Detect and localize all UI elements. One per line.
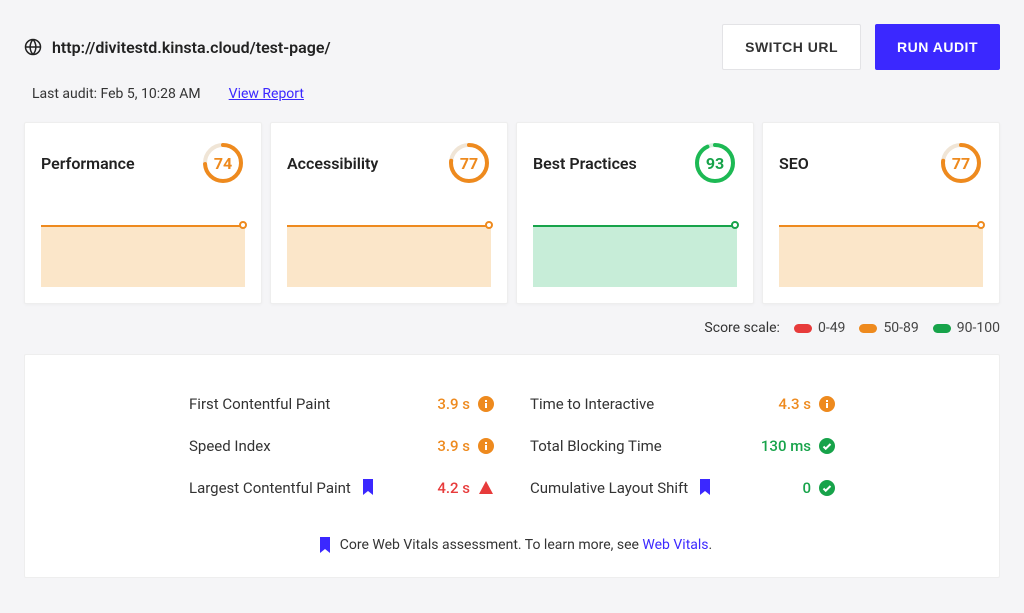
metrics-col-1: First Contentful Paint 3.9 s Speed Index… xyxy=(189,383,494,509)
gauge-seo: 77 xyxy=(939,141,983,185)
card-performance[interactable]: Performance 74 xyxy=(24,122,262,304)
metric-tbt: Total Blocking Time 130 ms xyxy=(530,425,835,467)
check-icon xyxy=(819,480,835,496)
metric-si: Speed Index 3.9 s xyxy=(189,425,494,467)
scale-label: Score scale: xyxy=(704,320,780,336)
bookmark-icon xyxy=(318,537,332,553)
pill-red-icon xyxy=(794,324,812,333)
card-best-practices[interactable]: Best Practices 93 xyxy=(516,122,754,304)
header-buttons: SWITCH URL RUN AUDIT xyxy=(722,24,1000,70)
metric-value: 4.2 s xyxy=(437,479,470,497)
info-icon xyxy=(478,438,494,454)
metric-lcp: Largest Contentful Paint 4.2 s xyxy=(189,467,494,509)
metric-name: Largest Contentful Paint xyxy=(189,479,375,497)
card-accessibility[interactable]: Accessibility 77 xyxy=(270,122,508,304)
pill-green-icon xyxy=(933,324,951,333)
gauge-value: 93 xyxy=(693,141,737,185)
metric-value: 4.3 s xyxy=(778,395,811,413)
run-audit-button[interactable]: RUN AUDIT xyxy=(875,24,1000,70)
scale-item-green: 90-100 xyxy=(933,320,1000,336)
metric-name: Time to Interactive xyxy=(530,395,654,413)
metric-name: Speed Index xyxy=(189,437,271,455)
gauge-accessibility: 77 xyxy=(447,141,491,185)
metric-cls: Cumulative Layout Shift 0 xyxy=(530,467,835,509)
card-title: Accessibility xyxy=(287,154,378,173)
card-title: SEO xyxy=(779,154,809,173)
sparkline xyxy=(41,225,245,287)
card-title: Performance xyxy=(41,154,135,173)
metric-value: 3.9 s xyxy=(437,395,470,413)
metric-tti: Time to Interactive 4.3 s xyxy=(530,383,835,425)
metric-value: 0 xyxy=(802,479,811,497)
bookmark-icon xyxy=(698,479,712,495)
footer-text: Core Web Vitals assessment. To learn mor… xyxy=(340,537,643,553)
gauge-value: 74 xyxy=(201,141,245,185)
gauge-best-practices: 93 xyxy=(693,141,737,185)
footer-note: Core Web Vitals assessment. To learn mor… xyxy=(49,537,975,553)
card-seo[interactable]: SEO 77 xyxy=(762,122,1000,304)
info-icon xyxy=(478,396,494,412)
gauge-value: 77 xyxy=(447,141,491,185)
subheader: Last audit: Feb 5, 10:28 AM View Report xyxy=(24,86,1000,102)
web-vitals-link[interactable]: Web Vitals xyxy=(642,537,708,553)
score-scale-legend: Score scale: 0-49 50-89 90-100 xyxy=(24,320,1000,336)
switch-url-button[interactable]: SWITCH URL xyxy=(722,24,861,70)
scale-item-orange: 50-89 xyxy=(859,320,918,336)
gauge-value: 77 xyxy=(939,141,983,185)
last-audit-label: Last audit: Feb 5, 10:28 AM xyxy=(32,86,201,102)
footer-text-after: . xyxy=(709,537,713,553)
metrics-col-2: Time to Interactive 4.3 s Total Blocking… xyxy=(530,383,835,509)
url-section: http://divitestd.kinsta.cloud/test-page/ xyxy=(24,38,331,57)
url-text: http://divitestd.kinsta.cloud/test-page/ xyxy=(52,38,331,57)
metric-value: 130 ms xyxy=(761,437,811,455)
globe-icon xyxy=(24,38,42,56)
metrics-panel: First Contentful Paint 3.9 s Speed Index… xyxy=(24,354,1000,578)
check-icon xyxy=(819,438,835,454)
card-title: Best Practices xyxy=(533,154,637,173)
info-icon xyxy=(819,396,835,412)
metric-name: Cumulative Layout Shift xyxy=(530,479,712,497)
sparkline xyxy=(533,225,737,287)
sparkline xyxy=(779,225,983,287)
metric-name: First Contentful Paint xyxy=(189,395,330,413)
metric-value: 3.9 s xyxy=(437,437,470,455)
scale-item-red: 0-49 xyxy=(794,320,845,336)
sparkline xyxy=(287,225,491,287)
view-report-link[interactable]: View Report xyxy=(229,86,304,102)
metric-fcp: First Contentful Paint 3.9 s xyxy=(189,383,494,425)
header: http://divitestd.kinsta.cloud/test-page/… xyxy=(24,24,1000,70)
gauge-performance: 74 xyxy=(201,141,245,185)
score-cards: Performance 74 Accessibility xyxy=(24,122,1000,304)
pill-orange-icon xyxy=(859,324,877,333)
bookmark-icon xyxy=(361,479,375,495)
warning-icon xyxy=(478,480,494,496)
metric-name: Total Blocking Time xyxy=(530,437,662,455)
